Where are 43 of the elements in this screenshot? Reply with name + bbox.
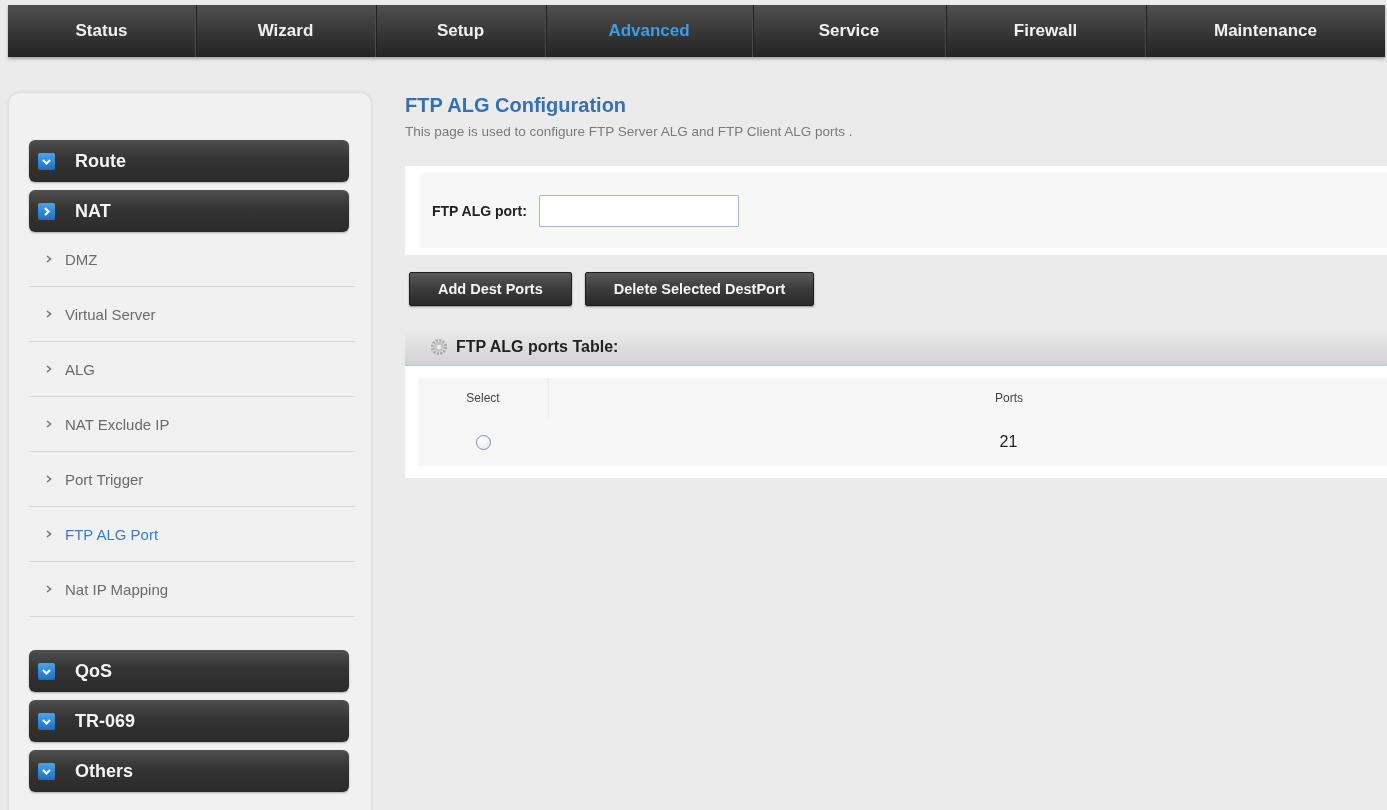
nav-tab[interactable]: Firewall [945,5,1145,57]
sidebar-group-header[interactable]: TR-069 [29,700,349,742]
sidebar-group-header[interactable]: Route [29,140,349,182]
column-header: Ports [995,391,1023,405]
action-button[interactable]: Delete Selected DestPort [584,272,815,306]
chevron-right-icon [46,420,52,428]
table-cell: 21 [999,433,1018,451]
sidebar-link[interactable]: NAT Exclude IP [29,397,355,452]
chevron-right-icon [46,475,52,483]
chevron-down-icon [38,712,55,730]
action-button[interactable]: Add Dest Ports [409,272,572,306]
sidebar-link[interactable]: Nat IP Mapping [29,562,355,617]
chevron-right-icon [46,530,52,538]
nav-tab[interactable]: Setup [375,5,545,57]
column-header: Select [466,391,500,405]
chevron-right-icon [46,365,52,373]
chevron-right-icon [46,310,52,318]
sidebar-link[interactable]: DMZ [29,232,355,287]
chevron-down-icon [38,762,55,780]
chevron-right-icon [46,585,52,593]
sidebar-group-header[interactable]: NAT [29,190,349,232]
gear-icon [430,337,448,356]
chevron-down-icon [38,662,55,680]
nav-tab[interactable]: Advanced [545,5,752,57]
field-label: FTP ALG port: [432,202,527,219]
radio-button[interactable] [475,434,491,450]
sidebar-link[interactable]: Virtual Server [29,287,355,342]
chevron-right-icon [38,202,55,220]
page-title: FTP ALG Configuration [405,93,627,118]
sidebar-link[interactable]: Port Trigger [29,452,355,507]
nav-tab[interactable]: Maintenance [1145,5,1385,57]
chevron-down-icon [38,152,55,170]
panel-title: FTP ALG ports Table: [456,337,619,356]
page-description: This page is used to configure FTP Server ALG and FTP Client ALG ports . [405,123,853,141]
sidebar-group-header[interactable]: Others [29,750,349,792]
chevron-right-icon [46,255,52,263]
sidebar-group-header[interactable]: QoS [29,650,349,692]
nav-tab[interactable]: Wizard [195,5,375,57]
sidebar-link[interactable]: FTP ALG Port [29,507,355,562]
sidebar-link[interactable]: ALG [29,342,355,397]
port-field[interactable] [538,194,739,227]
nav-tab[interactable]: Service [752,5,945,57]
nav-tab[interactable]: Status [8,5,195,57]
